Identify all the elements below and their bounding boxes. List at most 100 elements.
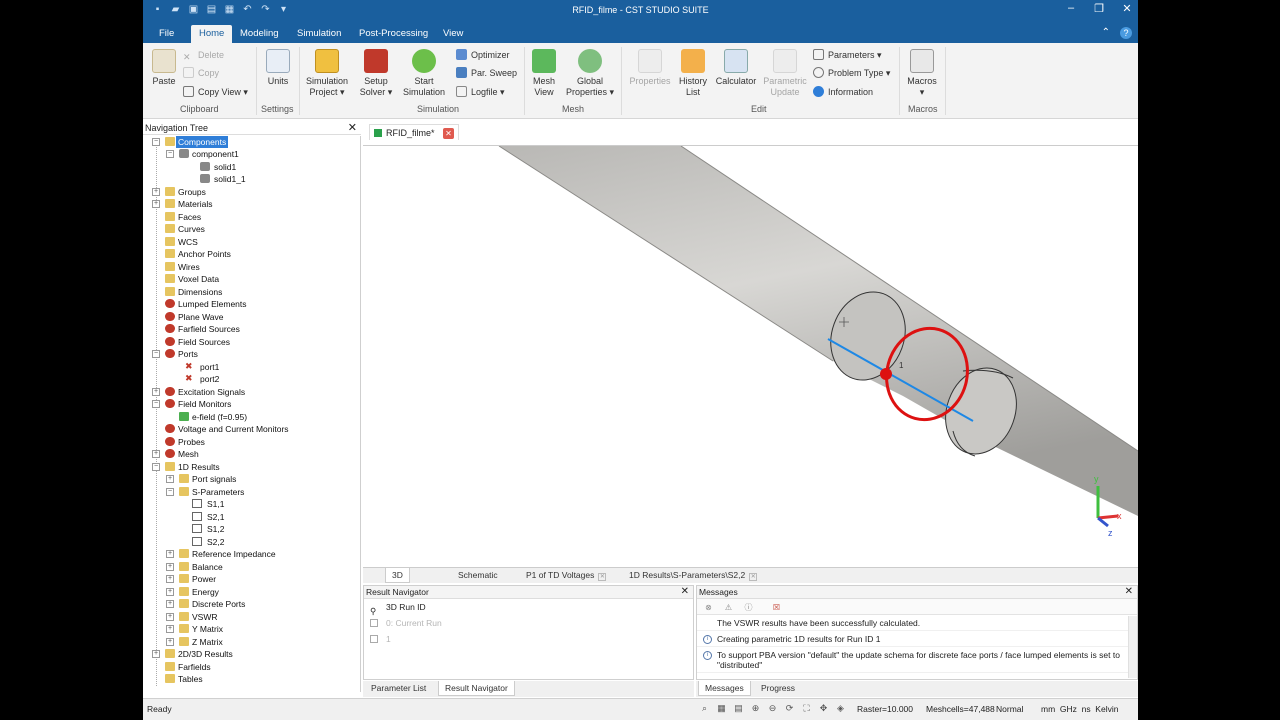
zoom-in-icon[interactable]: ⊕	[749, 702, 762, 715]
history-list-icon	[681, 49, 705, 73]
bottom-left-tabs: Parameter List Result Navigator	[363, 681, 694, 697]
error-filter-icon[interactable]: ☒	[771, 602, 782, 613]
messages-title: Messages	[699, 587, 738, 597]
parameters-icon	[813, 49, 824, 60]
warning-filter-icon[interactable]: ⚠	[723, 602, 734, 613]
parametric-update-button[interactable]: Parametric Update	[760, 49, 810, 98]
ribbon: Paste ✕ Delete Copy Copy View ▾ Clipboard…	[143, 43, 1138, 119]
play-icon	[412, 49, 436, 73]
zoom-icon[interactable]: ⌕	[698, 702, 711, 715]
mesh-group-label: Mesh	[562, 104, 585, 114]
view-tab-s22[interactable]: 1D Results\S-Parameters\S2,2 ✕	[623, 568, 763, 583]
global-properties-button[interactable]: Global Properties ▾	[565, 49, 615, 98]
navigation-tree-title: Navigation Tree	[145, 123, 209, 133]
status-mode: Normal	[996, 704, 1024, 714]
units-icon	[266, 49, 290, 73]
optimizer-button[interactable]: Optimizer	[456, 46, 510, 64]
maximize-icon[interactable]: ❐	[1092, 2, 1106, 15]
zoom-out-icon[interactable]: ⊖	[766, 702, 779, 715]
parameters-button[interactable]: Parameters ▾	[813, 46, 882, 64]
navigation-tree-header: Navigation Tree ✕	[143, 121, 361, 135]
copy-button[interactable]: Copy	[183, 64, 219, 82]
tab-post-processing[interactable]: Post-Processing	[351, 25, 436, 43]
properties-button[interactable]: Properties	[627, 49, 673, 87]
close-result-navigator-icon[interactable]: ✕	[681, 586, 689, 598]
history-list-button[interactable]: History List	[676, 49, 710, 98]
document-tab[interactable]: RFID_filme* ✕	[369, 124, 460, 140]
paste-button[interactable]: Paste	[151, 49, 177, 87]
view-tab-p1-td-voltages[interactable]: P1 of TD Voltages ✕	[520, 568, 612, 583]
help-icon[interactable]: ?	[1120, 27, 1132, 39]
tab-simulation[interactable]: Simulation	[289, 25, 349, 43]
tab-home[interactable]: Home	[191, 25, 233, 43]
info-icon: i	[703, 651, 712, 660]
simulation-project-button[interactable]: Simulation Project ▾	[303, 49, 351, 98]
information-button[interactable]: Information	[813, 83, 873, 101]
start-simulation-button[interactable]: Start Simulation	[401, 49, 447, 98]
view-tabs: 3D Schematic P1 of TD Voltages ✕ 1D Resul…	[363, 567, 1138, 583]
units-button[interactable]: Units	[263, 49, 293, 87]
close-icon[interactable]: ✕	[1120, 2, 1134, 15]
tab-view[interactable]: View	[435, 25, 471, 43]
close-document-icon[interactable]: ✕	[443, 128, 455, 139]
copy-view-button[interactable]: Copy View ▾	[183, 83, 248, 101]
tab-modeling[interactable]: Modeling	[232, 25, 287, 43]
problem-type-button[interactable]: Problem Type ▾	[813, 64, 890, 82]
close-tab-icon[interactable]: ✕	[749, 573, 758, 581]
setup-solver-button[interactable]: Setup Solver ▾	[357, 49, 395, 98]
tab-parameter-list[interactable]: Parameter List	[365, 681, 432, 696]
window-title: RFID_filme - CST STUDIO SUITE	[572, 5, 709, 15]
cube-icon[interactable]: ◈	[834, 702, 847, 715]
result-navigator-row[interactable]: 0: Current Run	[364, 615, 693, 631]
filter-icon[interactable]: ⚲	[370, 603, 378, 616]
tab-result-navigator[interactable]: Result Navigator	[438, 681, 515, 696]
3d-viewport[interactable]: 1 y x z	[363, 145, 1138, 567]
simulation-group-label: Simulation	[417, 104, 460, 114]
messages-scrollbar[interactable]	[1128, 616, 1137, 678]
macros-group-label: Macros	[908, 104, 938, 114]
status-ready: Ready	[147, 704, 172, 714]
start-simulation-label: Start Simulation	[402, 76, 446, 97]
tab-progress[interactable]: Progress	[755, 681, 801, 696]
pan-icon[interactable]: ✥	[817, 702, 830, 715]
calculator-button[interactable]: Calculator	[713, 49, 759, 87]
delete-button[interactable]: ✕ Delete	[183, 46, 224, 64]
paste-icon	[152, 49, 176, 73]
copy-view-label: Copy View	[198, 87, 241, 97]
tab-file[interactable]: File	[151, 25, 182, 43]
par-sweep-button[interactable]: Par. Sweep	[456, 64, 517, 82]
view-tab-3d[interactable]: 3D	[385, 568, 410, 583]
mesh-view-button[interactable]: Mesh View	[529, 49, 559, 98]
select-icon[interactable]: ▦	[715, 702, 728, 715]
minimize-icon[interactable]: –	[1064, 2, 1078, 15]
clear-messages-icon[interactable]: ⊗	[703, 602, 714, 613]
collapse-ribbon-icon[interactable]: ⌃	[1102, 27, 1110, 39]
close-navigation-tree-icon[interactable]: ✕	[348, 121, 357, 134]
message-line: i Creating parametric 1D results for Run …	[697, 631, 1137, 647]
result-navigator-header-row[interactable]: ⚲ 3D Run ID	[364, 599, 693, 616]
optimizer-icon	[456, 49, 467, 60]
x-axis-label: x	[1117, 511, 1122, 521]
rotate-icon[interactable]: ⟳	[783, 702, 796, 715]
status-units: mm GHz ns Kelvin	[1041, 704, 1119, 714]
logfile-icon	[456, 86, 467, 97]
mesh-view-icon	[532, 49, 556, 73]
info-filter-icon[interactable]: ⓘ	[743, 602, 754, 613]
problem-type-label: Problem Type	[828, 68, 884, 78]
result-navigator-row[interactable]: 1	[364, 631, 693, 647]
cst-window: ▪ ▰ ▣ ▤ ▦ ↶ ↷ ▾ RFID_filme - CST STUDIO …	[143, 0, 1138, 720]
view-tab-schematic[interactable]: Schematic	[452, 568, 504, 583]
fit-icon[interactable]: ⛶	[800, 702, 813, 715]
setup-solver-label: Setup Solver	[359, 76, 388, 97]
close-tab-icon[interactable]: ✕	[598, 573, 607, 581]
tab-messages[interactable]: Messages	[698, 681, 751, 696]
logfile-button[interactable]: Logfile ▾	[456, 83, 505, 101]
bottom-right-tabs: Messages Progress	[696, 681, 1138, 697]
close-messages-icon[interactable]: ✕	[1125, 586, 1133, 598]
message-line: The VSWR results have been successfully …	[697, 615, 1137, 631]
global-properties-icon	[578, 49, 602, 73]
macros-button[interactable]: Macros ▾	[905, 49, 939, 98]
status-raster: Raster=10.000	[857, 704, 913, 714]
result-navigator-panel: Result Navigator ✕ ⚲ 3D Run ID 0: Current …	[363, 585, 694, 680]
wcs-icon[interactable]: ▤	[732, 702, 745, 715]
